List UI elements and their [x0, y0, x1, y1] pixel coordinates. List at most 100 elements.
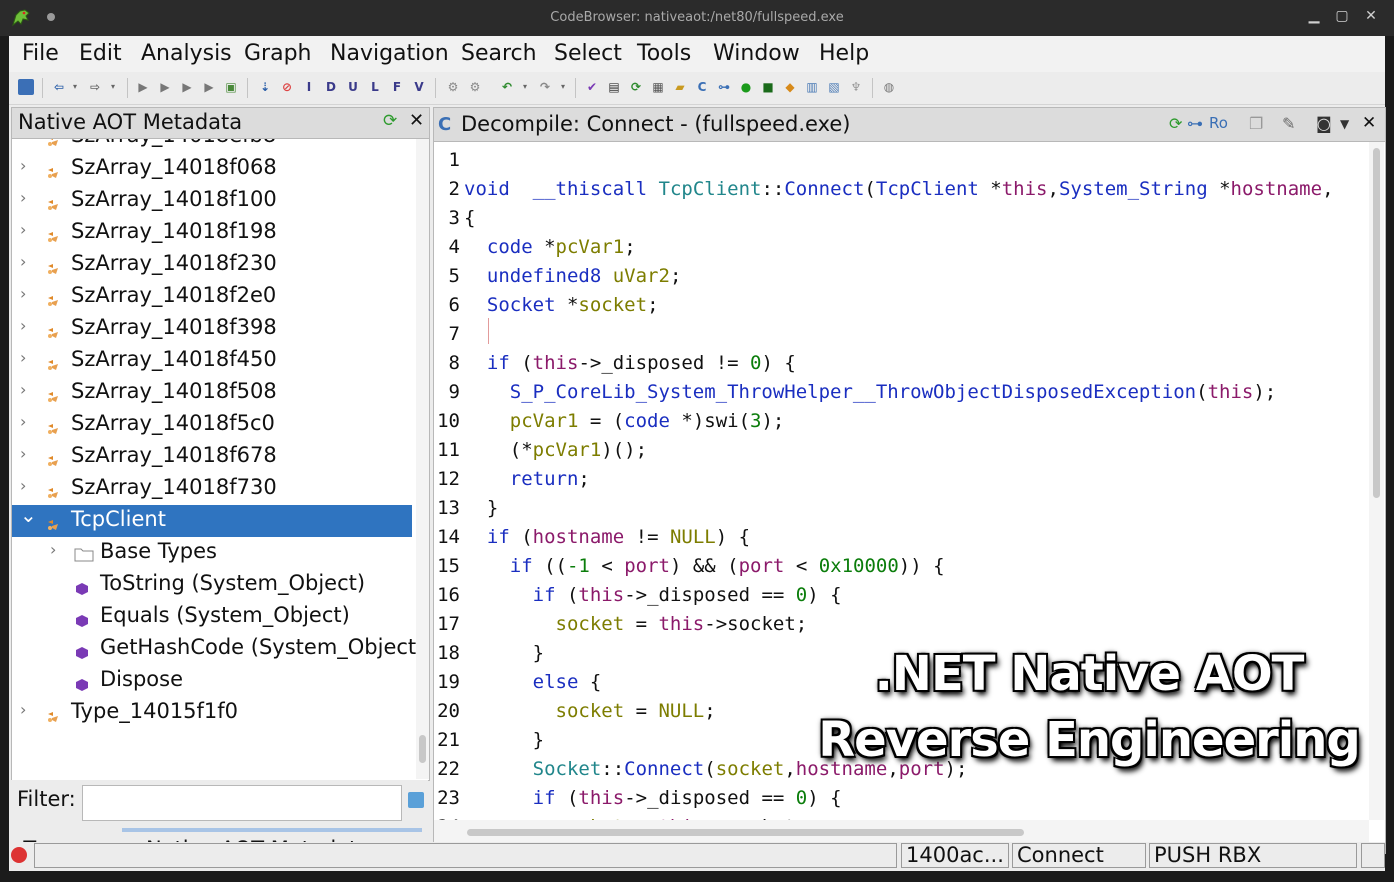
- filter-options-icon[interactable]: [408, 792, 424, 808]
- code-token[interactable]: -1: [567, 555, 590, 577]
- tree-node[interactable]: GetHashCode (System_Object): [12, 633, 416, 665]
- menu-graph[interactable]: Graph: [244, 41, 311, 66]
- menu-file[interactable]: File: [22, 41, 59, 66]
- code-token[interactable]: pcVar1: [556, 236, 625, 258]
- code-token[interactable]: socket: [578, 294, 647, 316]
- collapse-chevron-icon[interactable]: ›: [20, 188, 26, 207]
- edit-icon[interactable]: ✎: [1282, 114, 1295, 133]
- merge-icon[interactable]: ⚙: [445, 79, 461, 95]
- nav-next-icon[interactable]: ▶: [157, 79, 173, 95]
- tree-node[interactable]: › SzArray_14018f678: [12, 441, 412, 473]
- collapse-chevron-icon[interactable]: ›: [20, 284, 26, 303]
- code-line[interactable]: 3{: [434, 207, 1369, 236]
- code-token[interactable]: NULL: [658, 700, 704, 722]
- code-line[interactable]: 8 if (this->_disposed != 0) {: [434, 352, 1369, 381]
- tree-node[interactable]: › SzArray_14018f508: [12, 377, 412, 409]
- panel-menu-chevron-icon[interactable]: ▼: [1340, 117, 1349, 131]
- graph-icon[interactable]: ⊶: [1187, 114, 1203, 133]
- collapse-chevron-icon[interactable]: ›: [20, 412, 26, 431]
- code-line[interactable]: 9 S_P_CoreLib_System_ThrowHelper__ThrowO…: [434, 381, 1369, 410]
- menu-help[interactable]: Help: [819, 41, 869, 66]
- code-token[interactable]: this: [578, 584, 624, 606]
- folder-icon[interactable]: ▰: [672, 79, 688, 95]
- code-token[interactable]: __thiscall: [533, 178, 647, 200]
- menu-edit[interactable]: Edit: [79, 41, 122, 66]
- code-token[interactable]: hostname: [1231, 178, 1323, 200]
- tree-node[interactable]: › Base Types: [12, 537, 412, 569]
- undo-dropdown-icon[interactable]: ▾: [517, 79, 533, 95]
- tree-node[interactable]: › SzArray_14018efb8: [12, 139, 412, 153]
- toolbar-letter-v[interactable]: V: [411, 79, 427, 95]
- code-token[interactable]: port: [739, 555, 785, 577]
- checkmark-icon[interactable]: ✔: [584, 79, 600, 95]
- tree-node[interactable]: › SzArray_14018f100: [12, 185, 412, 217]
- code-token[interactable]: Socket: [487, 294, 556, 316]
- code-token[interactable]: socket: [716, 758, 785, 780]
- collapse-chevron-icon[interactable]: ›: [50, 540, 56, 559]
- code-line[interactable]: 23 if (this->_disposed == 0) {: [434, 787, 1369, 816]
- plugin-icon[interactable]: ◍: [881, 79, 897, 95]
- down-arrow-icon[interactable]: ⇣: [257, 79, 273, 95]
- code-token[interactable]: S_P_CoreLib_System_ThrowHelper__ThrowObj…: [510, 381, 1196, 403]
- run-script-icon[interactable]: ●: [738, 79, 754, 95]
- forward-arrow-icon[interactable]: ⇨: [87, 79, 103, 95]
- collapse-chevron-icon[interactable]: ›: [20, 316, 26, 335]
- code-line[interactable]: 12 return;: [434, 468, 1369, 497]
- redo-dropdown-icon[interactable]: ▾: [555, 79, 571, 95]
- forward-dropdown-icon[interactable]: ▾: [105, 79, 121, 95]
- tree-vertical-scrollbar[interactable]: [416, 139, 429, 779]
- code-token[interactable]: socket: [556, 613, 625, 635]
- back-arrow-icon[interactable]: ⇦: [51, 79, 67, 95]
- collapse-chevron-icon[interactable]: ›: [20, 476, 26, 495]
- code-token[interactable]: if: [533, 584, 556, 606]
- minimize-button[interactable]: ▁: [1304, 8, 1324, 24]
- tree-node[interactable]: › SzArray_14018f450: [12, 345, 412, 377]
- code-token[interactable]: Socket: [533, 758, 602, 780]
- bytes-viewer-icon[interactable]: ▤: [606, 79, 622, 95]
- code-token[interactable]: TcpClient: [876, 178, 979, 200]
- code-vertical-scrollbar[interactable]: [1369, 142, 1384, 820]
- back-dropdown-icon[interactable]: ▾: [67, 79, 83, 95]
- code-token[interactable]: this: [533, 352, 579, 374]
- code-hscroll-thumb[interactable]: [467, 829, 1024, 836]
- collapse-chevron-icon[interactable]: ›: [20, 700, 26, 719]
- collapse-chevron-icon[interactable]: ›: [20, 380, 26, 399]
- data-types-icon[interactable]: ▧: [826, 79, 842, 95]
- console-icon[interactable]: ■: [760, 79, 776, 95]
- toolbar-letter-f[interactable]: F: [389, 79, 405, 95]
- tree-node[interactable]: › SzArray_14018f230: [12, 249, 412, 281]
- toolbar-letter-i[interactable]: I: [301, 79, 317, 95]
- code-token[interactable]: NULL: [670, 526, 716, 548]
- memory-map-icon[interactable]: ▦: [650, 79, 666, 95]
- code-line[interactable]: 14 if (hostname != NULL) {: [434, 526, 1369, 555]
- symbol-table-icon[interactable]: ▥: [804, 79, 820, 95]
- nav-bookmark-icon[interactable]: ▶: [135, 79, 151, 95]
- stop-icon[interactable]: ⊘: [279, 79, 295, 95]
- filter-input[interactable]: [82, 785, 402, 821]
- function-graph-icon[interactable]: ⊶: [716, 79, 732, 95]
- code-line[interactable]: 16 if (this->_disposed == 0) {: [434, 584, 1369, 613]
- tree-node[interactable]: › SzArray_14018f730: [12, 473, 412, 505]
- refresh-icon[interactable]: ⟳: [1169, 114, 1182, 133]
- code-token[interactable]: if: [533, 787, 556, 809]
- collapse-chevron-icon[interactable]: ›: [20, 220, 26, 239]
- undo-icon[interactable]: ↶: [499, 79, 515, 95]
- tree-node[interactable]: Dispose: [12, 665, 412, 697]
- close-panel-icon[interactable]: ✕: [409, 110, 424, 131]
- code-token[interactable]: return: [510, 468, 579, 490]
- save-icon[interactable]: [18, 79, 34, 95]
- nav-prev-icon[interactable]: ▶: [179, 79, 195, 95]
- redo-icon[interactable]: ↷: [537, 79, 553, 95]
- code-token[interactable]: pcVar1: [510, 410, 579, 432]
- code-line[interactable]: 13 }: [434, 497, 1369, 526]
- collapse-chevron-icon[interactable]: ›: [20, 444, 26, 463]
- code-line[interactable]: 1: [434, 149, 1369, 178]
- code-token[interactable]: 3: [750, 410, 761, 432]
- copy-icon[interactable]: ❐: [1249, 114, 1263, 133]
- tree-node[interactable]: › SzArray_14018f398: [12, 313, 412, 345]
- tree-node[interactable]: ⌄ TcpClient: [12, 503, 412, 537]
- menu-window[interactable]: Window: [713, 41, 800, 66]
- code-token[interactable]: Connect: [624, 758, 704, 780]
- code-token[interactable]: 0: [796, 787, 807, 809]
- collapse-chevron-icon[interactable]: ›: [20, 252, 26, 271]
